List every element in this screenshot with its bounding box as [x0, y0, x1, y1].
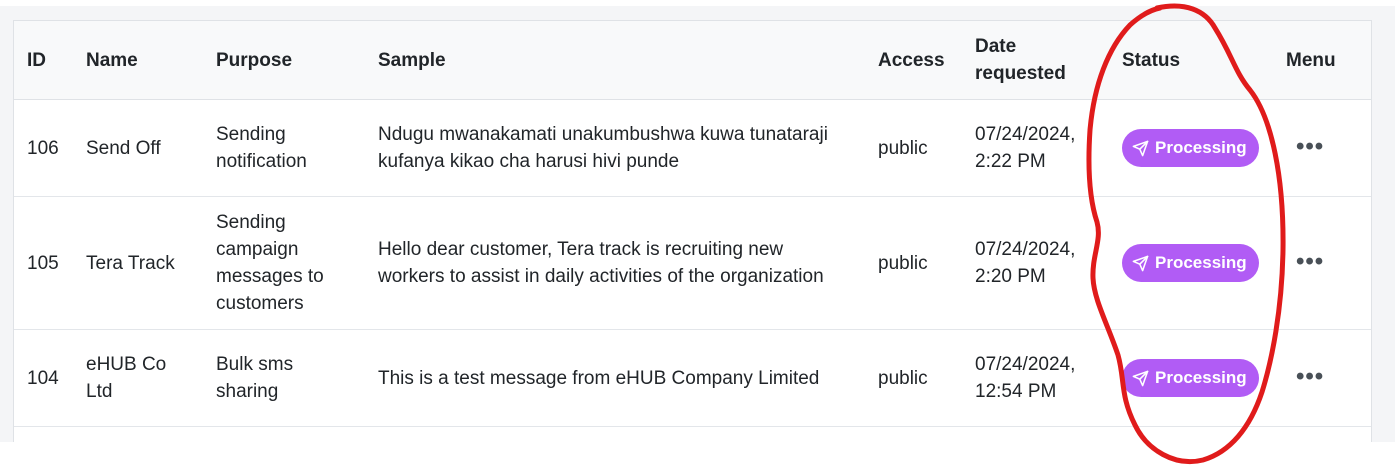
send-icon: [1132, 140, 1149, 156]
cell-menu: •••: [1273, 196, 1371, 330]
cell-id: 104: [14, 329, 73, 427]
header-access[interactable]: Access: [865, 21, 962, 100]
cell-date-requested: 07/24/2024, 12:54 PM: [962, 329, 1109, 427]
bottom-strip: [0, 442, 1395, 466]
cell-sample: Ndugu mwanakamati unakumbushwa kuwa tuna…: [365, 99, 865, 197]
cell-name: eHUB Co Ltd: [73, 329, 203, 427]
status-badge: Processing: [1122, 359, 1259, 397]
cell-status: Processing: [1109, 99, 1273, 197]
requests-table: ID Name Purpose Sample Access Date reque…: [14, 21, 1371, 443]
cell-date-requested: 07/24/2024, 2:22 PM: [962, 99, 1109, 197]
status-label: Processing: [1155, 253, 1247, 272]
header-date-requested[interactable]: Date requested: [962, 21, 1109, 100]
cell-menu: •••: [1273, 99, 1371, 197]
cell-access: public: [865, 196, 962, 330]
table-row: 104 eHUB Co Ltd Bulk sms sharing This is…: [14, 329, 1371, 427]
status-label: Processing: [1155, 368, 1247, 387]
header-name[interactable]: Name: [73, 21, 203, 100]
cell-access: public: [865, 329, 962, 427]
more-horizontal-icon[interactable]: •••: [1296, 364, 1324, 388]
status-badge: Processing: [1122, 244, 1259, 282]
cell-id: 106: [14, 99, 73, 197]
cell-id: 105: [14, 196, 73, 330]
header-purpose[interactable]: Purpose: [203, 21, 365, 100]
header-id[interactable]: ID: [14, 21, 73, 100]
table-row: 105 Tera Track Sending campaign messages…: [14, 196, 1371, 330]
more-horizontal-icon[interactable]: •••: [1296, 249, 1324, 273]
header-sample[interactable]: Sample: [365, 21, 865, 100]
requests-table-container: ID Name Purpose Sample Access Date reque…: [13, 20, 1372, 443]
cell-access: public: [865, 99, 962, 197]
status-label: Processing: [1155, 138, 1247, 157]
more-horizontal-icon[interactable]: •••: [1296, 134, 1324, 158]
cell-name: Tera Track: [73, 196, 203, 330]
send-icon: [1132, 370, 1149, 386]
send-icon: [1132, 255, 1149, 271]
cell-menu: •••: [1273, 329, 1371, 427]
table-header-row: ID Name Purpose Sample Access Date reque…: [14, 21, 1371, 100]
table-row-partial: [14, 427, 1371, 444]
cell-status: Processing: [1109, 329, 1273, 427]
status-badge: Processing: [1122, 129, 1259, 167]
cell-name: Send Off: [73, 99, 203, 197]
cell-purpose: Sending campaign messages to customers: [203, 196, 365, 330]
cell-sample: This is a test message from eHUB Company…: [365, 329, 865, 427]
cell-date-requested: 07/24/2024, 2:20 PM: [962, 196, 1109, 330]
header-menu: Menu: [1273, 21, 1371, 100]
page: ID Name Purpose Sample Access Date reque…: [0, 0, 1395, 466]
table-row: 106 Send Off Sending notification Ndugu …: [14, 99, 1371, 197]
header-status[interactable]: Status: [1109, 21, 1273, 100]
top-strip: [0, 0, 1395, 6]
cell-purpose: Sending notification: [203, 99, 365, 197]
cell-purpose: Bulk sms sharing: [203, 329, 365, 427]
cell-sample: Hello dear customer, Tera track is recru…: [365, 196, 865, 330]
cell-status: Processing: [1109, 196, 1273, 330]
